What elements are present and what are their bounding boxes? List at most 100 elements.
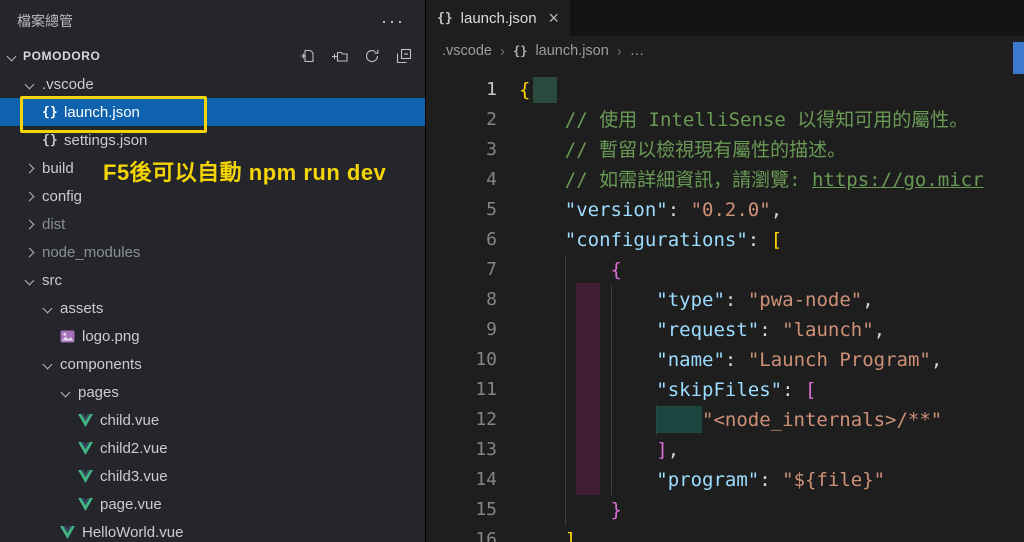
line-number[interactable]: 8 [426,285,497,315]
explorer-sidebar: 檔案總管 ··· POMODORO .vscode{} launch.json{}… [0,0,425,542]
json-file-icon: {} [42,104,58,120]
code-line: 14 "program": "${file}" [426,465,1024,495]
code-line: 9 "request": "launch", [426,315,1024,345]
chevron-down-icon [6,51,17,61]
vue-file-icon [78,469,100,483]
tree-item-label: config [42,187,83,205]
new-file-icon[interactable] [299,48,316,65]
line-number[interactable]: 10 [426,345,497,375]
code-line: 4 // 如需詳細資訊，請瀏覽: https://go.micr [426,165,1024,195]
code-line: 5 "version": "0.2.0", [426,195,1024,225]
tree-item-label: HelloWorld.vue [82,523,184,541]
code-text: { [519,79,531,101]
collapse-all-icon[interactable] [395,48,412,65]
more-actions-icon[interactable]: ··· [381,12,405,30]
code-text: "version": "0.2.0", [564,199,783,221]
tree-item-label: child3.vue [100,467,168,485]
tree-item-dist[interactable]: dist [0,210,425,238]
chevron-right-icon [24,163,35,173]
explorer-header: 檔案總管 ··· [0,0,425,42]
new-folder-icon[interactable] [331,48,348,65]
line-number[interactable]: 12 [426,405,497,435]
line-number[interactable]: 16 [426,525,497,542]
breadcrumb-separator: › [616,42,622,60]
chevron-down-icon [42,303,53,313]
chevron-right-icon [24,219,35,229]
vscode-window: 檔案總管 ··· POMODORO .vscode{} launch.json{}… [0,0,1024,542]
code-text: ], [656,439,680,461]
chevron-down-icon [24,275,35,285]
tree-item-launch.json[interactable]: {} launch.json [0,98,425,126]
tree-item-src[interactable]: src [0,266,425,294]
project-section-header[interactable]: POMODORO [0,42,425,70]
json-file-icon: {} [437,10,453,26]
code-text: ] [564,529,577,542]
tab-launch-json[interactable]: {} launch.json × [426,0,571,36]
tree-item-label: child2.vue [100,439,168,457]
vue-file-icon [60,525,82,539]
tree-item-child2.vue[interactable]: child2.vue [0,434,425,462]
line-number[interactable]: 5 [426,195,497,225]
code-text: "type": "pwa-node", [656,289,874,311]
tree-item-label: pages [78,383,119,401]
line-number[interactable]: 11 [426,375,497,405]
line-number[interactable]: 7 [426,255,497,285]
breadcrumb-item[interactable]: .vscode [442,43,492,59]
line-number[interactable]: 15 [426,495,497,525]
line-number[interactable]: 2 [426,105,497,135]
tree-item-.vscode[interactable]: .vscode [0,70,425,98]
code-text: "program": "${file}" [656,469,886,491]
tree-item-pages[interactable]: pages [0,378,425,406]
tree-item-label: assets [60,299,104,317]
tree-item-label: settings.json [64,131,148,149]
tree-item-label: node_modules [42,243,141,261]
tree-item-build[interactable]: build [0,154,425,182]
tree-item-assets[interactable]: assets [0,294,425,322]
tree-item-child.vue[interactable]: child.vue [0,406,425,434]
line-number[interactable]: 6 [426,225,497,255]
line-number[interactable]: 3 [426,135,497,165]
code-line: 6 "configurations": [ [426,225,1024,255]
chevron-down-icon [60,387,71,397]
tree-item-config[interactable]: config [0,182,425,210]
tree-item-logo.png[interactable]: logo.png [0,322,425,350]
breadcrumb-item[interactable]: … [630,43,645,59]
tree-item-node_modules[interactable]: node_modules [0,238,425,266]
explorer-title: 檔案總管 [17,13,73,29]
code-text: "configurations": [ [564,229,783,251]
tree-item-label: child.vue [100,411,160,429]
project-name: POMODORO [23,49,101,63]
code-line: 7 { [426,255,1024,285]
refresh-icon[interactable] [363,48,380,65]
tab-label: launch.json [460,9,537,27]
line-number[interactable]: 9 [426,315,497,345]
image-file-icon [60,329,82,343]
code-text: "name": "Launch Program", [656,349,943,371]
line-number[interactable]: 13 [426,435,497,465]
code-text: "<node_internals>/**" [702,409,943,431]
tree-item-HelloWorld.vue[interactable]: HelloWorld.vue [0,518,425,542]
vue-file-icon [78,413,100,427]
code-line: 15 } [426,495,1024,525]
breadcrumb: .vscode ›{} launch.json ›… [426,36,1024,66]
code-area[interactable]: 1{2 // 使用 IntelliSense 以得知可用的屬性。 3 // 暫留以… [426,66,1024,542]
tree-item-components[interactable]: components [0,350,425,378]
code-line: 8 "type": "pwa-node", [426,285,1024,315]
line-number[interactable]: 1 [426,75,497,105]
close-icon[interactable]: × [549,9,560,27]
tree-item-child3.vue[interactable]: child3.vue [0,462,425,490]
code-text: } [610,499,622,521]
tree-item-page.vue[interactable]: page.vue [0,490,425,518]
file-tree: .vscode {} launch.json {} settings.json build… [0,70,425,542]
tree-item-label: src [42,271,62,289]
code-line: 10 "name": "Launch Program", [426,345,1024,375]
tree-item-settings.json[interactable]: {} settings.json [0,126,425,154]
tree-item-label: dist [42,215,66,233]
tree-item-label: launch.json [64,103,140,121]
code-line: 16 ] [426,525,1024,542]
tree-item-label: build [42,159,74,177]
json-file-icon: {} [42,132,58,148]
breadcrumb-item[interactable]: launch.json [535,43,608,59]
line-number[interactable]: 4 [426,165,497,195]
line-number[interactable]: 14 [426,465,497,495]
